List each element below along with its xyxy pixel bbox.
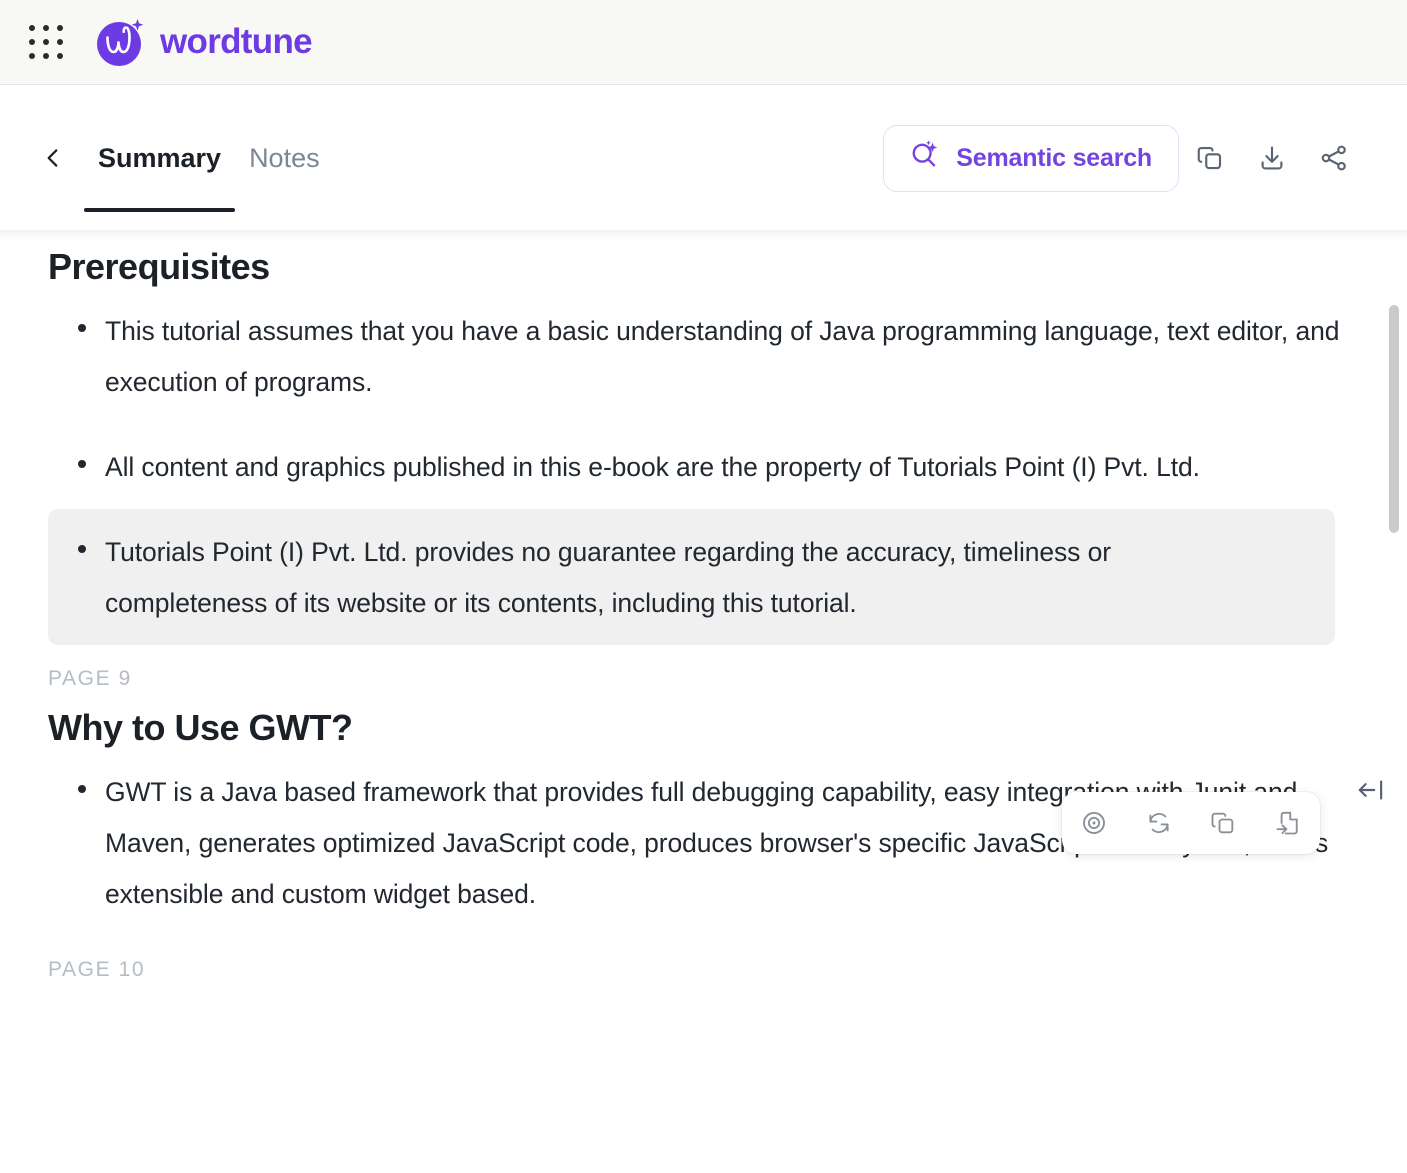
bullet-list: This tutorial assumes that you have a ba… bbox=[0, 288, 1407, 645]
toolbar-actions: Semantic search bbox=[883, 124, 1407, 192]
collapse-panel-left-icon[interactable] bbox=[1347, 768, 1395, 812]
list-item[interactable]: This tutorial assumes that you have a ba… bbox=[0, 288, 1407, 424]
summary-content: Prerequisites This tutorial assumes that… bbox=[0, 230, 1407, 1173]
brand-logo[interactable]: wordtune bbox=[94, 15, 313, 69]
tab-notes-label: Notes bbox=[249, 142, 320, 173]
snippet-action-toolbar bbox=[1062, 792, 1320, 854]
scrollbar-thumb[interactable] bbox=[1389, 305, 1399, 533]
chevron-left-icon[interactable] bbox=[38, 143, 68, 173]
wordtune-logo-icon bbox=[94, 15, 148, 69]
semantic-search-label: Semantic search bbox=[956, 143, 1152, 172]
tab-summary[interactable]: Summary bbox=[84, 86, 236, 230]
copy-button[interactable] bbox=[1179, 130, 1241, 186]
file-export-icon[interactable] bbox=[1264, 799, 1312, 847]
tab-notes[interactable]: Notes bbox=[235, 86, 334, 230]
list-item[interactable]: All content and graphics published in th… bbox=[0, 424, 1407, 509]
document-toolbar: Summary Notes Semantic search bbox=[0, 86, 1407, 230]
apps-grid-dot bbox=[29, 25, 35, 31]
magic-search-icon bbox=[908, 139, 942, 178]
apps-grid-dot bbox=[43, 25, 49, 31]
brand-name: wordtune bbox=[160, 22, 313, 61]
page-label: PAGE 10 bbox=[48, 958, 146, 981]
page-title: Why to Use GWT? bbox=[48, 707, 353, 748]
apps-grid-dot bbox=[43, 53, 49, 59]
apps-grid-dot bbox=[57, 25, 63, 31]
share-button[interactable] bbox=[1303, 130, 1365, 186]
copy-icon[interactable] bbox=[1199, 799, 1247, 847]
apps-grid-dot bbox=[29, 53, 35, 59]
content-scrollbar[interactable] bbox=[1389, 290, 1399, 1120]
page-title: Prerequisites bbox=[48, 246, 270, 287]
apps-grid-dot bbox=[29, 39, 35, 45]
semantic-search-button[interactable]: Semantic search bbox=[883, 124, 1179, 192]
apps-grid-dot bbox=[57, 39, 63, 45]
tab-summary-label: Summary bbox=[98, 142, 222, 173]
page-label: PAGE 9 bbox=[48, 667, 132, 690]
list-item-highlighted[interactable]: Tutorials Point (I) Pvt. Ltd. provides n… bbox=[48, 509, 1335, 645]
download-button[interactable] bbox=[1241, 130, 1303, 186]
target-icon[interactable] bbox=[1070, 799, 1118, 847]
view-tabs: Summary Notes bbox=[84, 86, 334, 230]
apps-grid-icon[interactable] bbox=[26, 22, 66, 62]
refresh-icon[interactable] bbox=[1135, 799, 1183, 847]
apps-grid-dot bbox=[57, 53, 63, 59]
apps-grid-dot bbox=[43, 39, 49, 45]
app-header: wordtune bbox=[0, 0, 1407, 85]
